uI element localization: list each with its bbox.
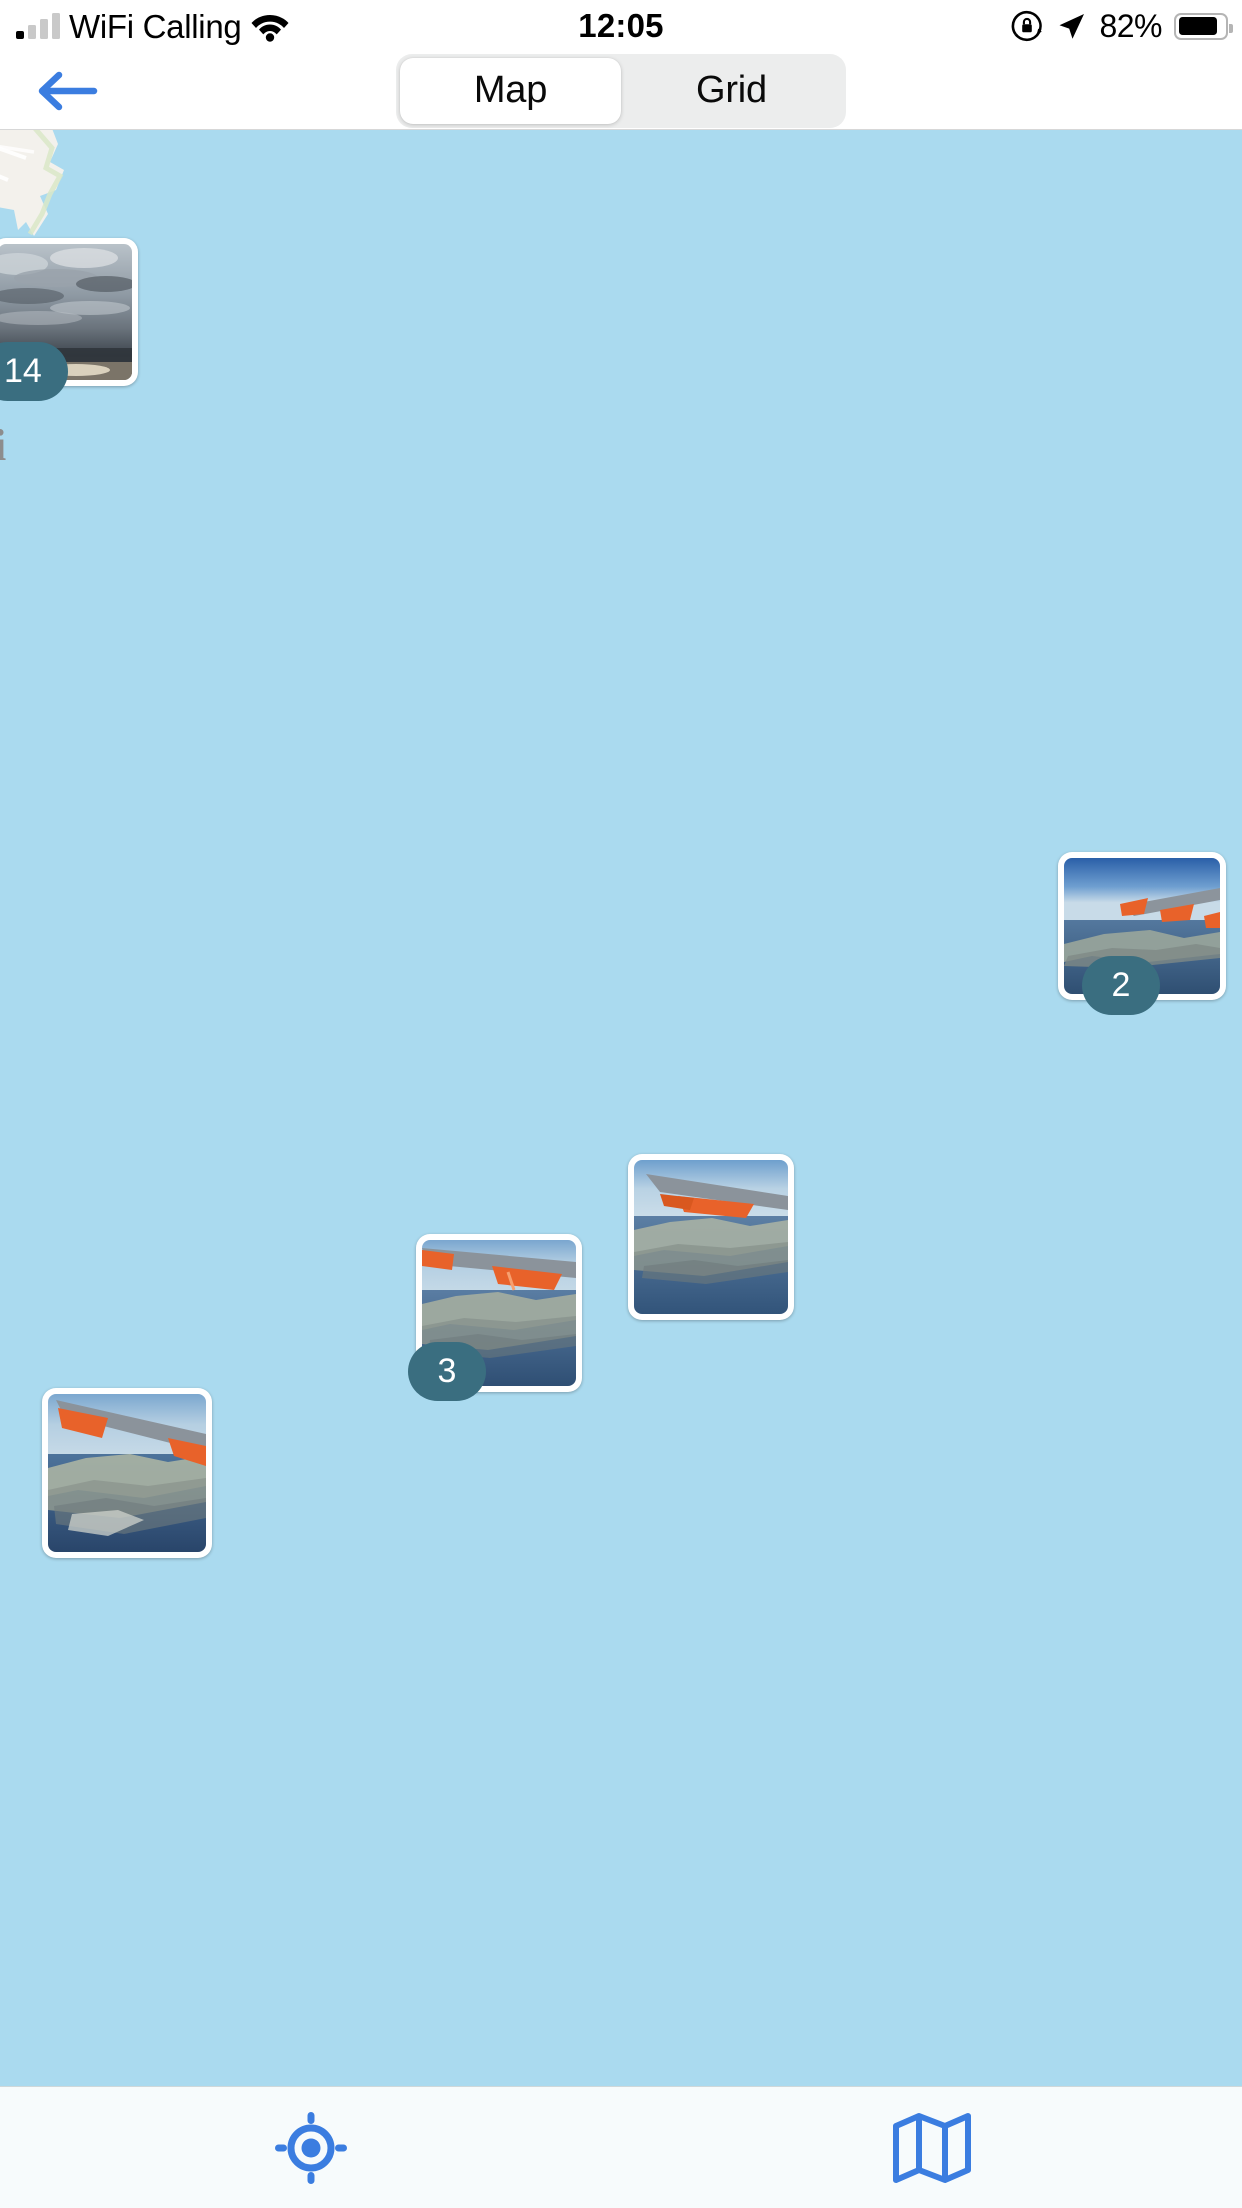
photo-cluster-marker[interactable]: 2 [1058, 852, 1226, 1015]
location-crosshair-icon [274, 2111, 348, 2185]
status-bar-right: 82% [1010, 0, 1233, 52]
view-mode-segmented-control[interactable]: Map Grid [396, 53, 846, 128]
rotation-lock-icon [1010, 9, 1044, 43]
photo-thumbnail-wing [48, 1394, 206, 1552]
locate-me-button[interactable] [0, 2087, 621, 2208]
photo-cluster-count-badge: 3 [408, 1342, 486, 1401]
bottom-toolbar [0, 2086, 1242, 2208]
photo-marker[interactable] [628, 1154, 794, 1320]
photo-cluster-count-badge: 2 [1082, 956, 1160, 1015]
navigation-bar: Map Grid [0, 52, 1242, 130]
location-arrow-icon [1056, 11, 1087, 42]
battery-icon [1174, 12, 1233, 40]
photo-thumbnail-wing [634, 1160, 788, 1314]
photo-marker-frame [42, 1388, 212, 1558]
photo-cluster-marker[interactable]: 3 [408, 1234, 582, 1401]
folded-map-icon [891, 2110, 973, 2186]
photo-marker-frame [628, 1154, 794, 1320]
map-layers-button[interactable] [621, 2087, 1242, 2208]
photo-marker[interactable] [42, 1388, 212, 1558]
map-canvas[interactable]: i 14 2 3 [0, 130, 1242, 2086]
back-arrow-icon [35, 67, 99, 115]
map-info-icon[interactable]: i [0, 420, 6, 471]
tab-map[interactable]: Map [400, 57, 621, 124]
battery-percent-label: 82% [1099, 7, 1162, 44]
status-bar: WiFi Calling 12:05 82% [0, 0, 1242, 52]
back-button[interactable] [26, 56, 108, 126]
photo-cluster-marker[interactable]: 14 [0, 238, 138, 401]
tab-grid[interactable]: Grid [621, 58, 842, 124]
app-screen: WiFi Calling 12:05 82% Map Grid i 14 2 3 [0, 0, 1242, 2208]
photo-cluster-count-badge: 14 [0, 342, 68, 401]
